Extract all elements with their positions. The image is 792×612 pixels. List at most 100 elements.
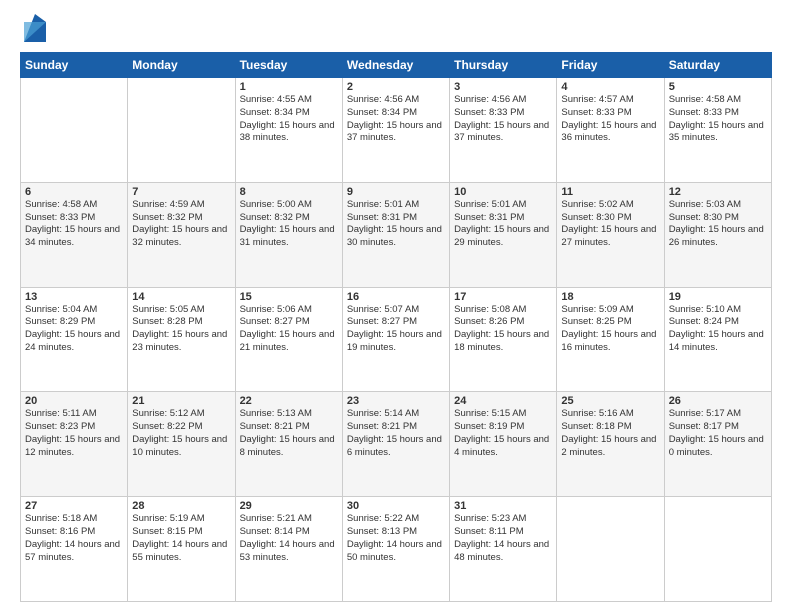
day-number: 27 [25, 500, 123, 512]
day-number: 26 [669, 395, 767, 407]
day-info: Sunrise: 5:03 AMSunset: 8:30 PMDaylight:… [669, 199, 767, 250]
day-info: Sunrise: 5:10 AMSunset: 8:24 PMDaylight:… [669, 304, 767, 355]
day-info: Sunrise: 5:22 AMSunset: 8:13 PMDaylight:… [347, 513, 445, 564]
calendar-cell [664, 497, 771, 602]
day-info: Sunrise: 5:01 AMSunset: 8:31 PMDaylight:… [454, 199, 552, 250]
weekday-header: Saturday [664, 53, 771, 78]
calendar-cell [21, 78, 128, 183]
day-number: 8 [240, 186, 338, 198]
day-info: Sunrise: 5:23 AMSunset: 8:11 PMDaylight:… [454, 513, 552, 564]
calendar-cell: 31Sunrise: 5:23 AMSunset: 8:11 PMDayligh… [450, 497, 557, 602]
weekday-header: Thursday [450, 53, 557, 78]
calendar-cell: 23Sunrise: 5:14 AMSunset: 8:21 PMDayligh… [342, 392, 449, 497]
calendar-cell: 25Sunrise: 5:16 AMSunset: 8:18 PMDayligh… [557, 392, 664, 497]
calendar-week-row: 20Sunrise: 5:11 AMSunset: 8:23 PMDayligh… [21, 392, 772, 497]
day-number: 6 [25, 186, 123, 198]
day-info: Sunrise: 5:02 AMSunset: 8:30 PMDaylight:… [561, 199, 659, 250]
day-info: Sunrise: 5:14 AMSunset: 8:21 PMDaylight:… [347, 408, 445, 459]
day-number: 9 [347, 186, 445, 198]
calendar-cell: 29Sunrise: 5:21 AMSunset: 8:14 PMDayligh… [235, 497, 342, 602]
calendar-cell [557, 497, 664, 602]
calendar-cell: 11Sunrise: 5:02 AMSunset: 8:30 PMDayligh… [557, 182, 664, 287]
calendar-cell: 16Sunrise: 5:07 AMSunset: 8:27 PMDayligh… [342, 287, 449, 392]
day-number: 13 [25, 291, 123, 303]
day-number: 28 [132, 500, 230, 512]
calendar-cell: 14Sunrise: 5:05 AMSunset: 8:28 PMDayligh… [128, 287, 235, 392]
day-info: Sunrise: 5:15 AMSunset: 8:19 PMDaylight:… [454, 408, 552, 459]
day-info: Sunrise: 5:09 AMSunset: 8:25 PMDaylight:… [561, 304, 659, 355]
day-number: 16 [347, 291, 445, 303]
weekday-header: Monday [128, 53, 235, 78]
calendar-cell: 13Sunrise: 5:04 AMSunset: 8:29 PMDayligh… [21, 287, 128, 392]
day-number: 2 [347, 81, 445, 93]
calendar-cell: 19Sunrise: 5:10 AMSunset: 8:24 PMDayligh… [664, 287, 771, 392]
calendar-cell: 2Sunrise: 4:56 AMSunset: 8:34 PMDaylight… [342, 78, 449, 183]
calendar-cell: 15Sunrise: 5:06 AMSunset: 8:27 PMDayligh… [235, 287, 342, 392]
day-info: Sunrise: 5:18 AMSunset: 8:16 PMDaylight:… [25, 513, 123, 564]
day-info: Sunrise: 5:00 AMSunset: 8:32 PMDaylight:… [240, 199, 338, 250]
calendar-cell: 8Sunrise: 5:00 AMSunset: 8:32 PMDaylight… [235, 182, 342, 287]
day-info: Sunrise: 5:13 AMSunset: 8:21 PMDaylight:… [240, 408, 338, 459]
calendar-cell: 17Sunrise: 5:08 AMSunset: 8:26 PMDayligh… [450, 287, 557, 392]
day-info: Sunrise: 4:56 AMSunset: 8:33 PMDaylight:… [454, 94, 552, 145]
day-number: 29 [240, 500, 338, 512]
day-info: Sunrise: 5:08 AMSunset: 8:26 PMDaylight:… [454, 304, 552, 355]
day-number: 23 [347, 395, 445, 407]
day-info: Sunrise: 5:12 AMSunset: 8:22 PMDaylight:… [132, 408, 230, 459]
day-info: Sunrise: 5:19 AMSunset: 8:15 PMDaylight:… [132, 513, 230, 564]
weekday-header-row: SundayMondayTuesdayWednesdayThursdayFrid… [21, 53, 772, 78]
logo-icon [24, 14, 46, 42]
calendar-cell: 20Sunrise: 5:11 AMSunset: 8:23 PMDayligh… [21, 392, 128, 497]
day-info: Sunrise: 4:55 AMSunset: 8:34 PMDaylight:… [240, 94, 338, 145]
day-number: 10 [454, 186, 552, 198]
day-info: Sunrise: 5:17 AMSunset: 8:17 PMDaylight:… [669, 408, 767, 459]
calendar-cell: 24Sunrise: 5:15 AMSunset: 8:19 PMDayligh… [450, 392, 557, 497]
header [20, 18, 772, 42]
day-info: Sunrise: 5:11 AMSunset: 8:23 PMDaylight:… [25, 408, 123, 459]
day-info: Sunrise: 5:16 AMSunset: 8:18 PMDaylight:… [561, 408, 659, 459]
day-number: 5 [669, 81, 767, 93]
day-number: 7 [132, 186, 230, 198]
day-number: 22 [240, 395, 338, 407]
day-number: 18 [561, 291, 659, 303]
day-info: Sunrise: 4:57 AMSunset: 8:33 PMDaylight:… [561, 94, 659, 145]
calendar-cell: 21Sunrise: 5:12 AMSunset: 8:22 PMDayligh… [128, 392, 235, 497]
day-number: 19 [669, 291, 767, 303]
calendar-cell: 4Sunrise: 4:57 AMSunset: 8:33 PMDaylight… [557, 78, 664, 183]
calendar-cell [128, 78, 235, 183]
calendar-week-row: 13Sunrise: 5:04 AMSunset: 8:29 PMDayligh… [21, 287, 772, 392]
logo [20, 18, 46, 42]
day-info: Sunrise: 5:05 AMSunset: 8:28 PMDaylight:… [132, 304, 230, 355]
calendar-cell: 9Sunrise: 5:01 AMSunset: 8:31 PMDaylight… [342, 182, 449, 287]
day-number: 30 [347, 500, 445, 512]
calendar-cell: 10Sunrise: 5:01 AMSunset: 8:31 PMDayligh… [450, 182, 557, 287]
calendar-cell: 30Sunrise: 5:22 AMSunset: 8:13 PMDayligh… [342, 497, 449, 602]
day-info: Sunrise: 5:04 AMSunset: 8:29 PMDaylight:… [25, 304, 123, 355]
calendar-week-row: 6Sunrise: 4:58 AMSunset: 8:33 PMDaylight… [21, 182, 772, 287]
weekday-header: Wednesday [342, 53, 449, 78]
calendar-cell: 7Sunrise: 4:59 AMSunset: 8:32 PMDaylight… [128, 182, 235, 287]
calendar-cell: 27Sunrise: 5:18 AMSunset: 8:16 PMDayligh… [21, 497, 128, 602]
day-info: Sunrise: 4:58 AMSunset: 8:33 PMDaylight:… [669, 94, 767, 145]
day-number: 20 [25, 395, 123, 407]
day-number: 4 [561, 81, 659, 93]
weekday-header: Tuesday [235, 53, 342, 78]
calendar-week-row: 1Sunrise: 4:55 AMSunset: 8:34 PMDaylight… [21, 78, 772, 183]
day-number: 24 [454, 395, 552, 407]
day-info: Sunrise: 4:58 AMSunset: 8:33 PMDaylight:… [25, 199, 123, 250]
calendar-table: SundayMondayTuesdayWednesdayThursdayFrid… [20, 52, 772, 602]
day-info: Sunrise: 5:21 AMSunset: 8:14 PMDaylight:… [240, 513, 338, 564]
day-info: Sunrise: 5:01 AMSunset: 8:31 PMDaylight:… [347, 199, 445, 250]
calendar-cell: 6Sunrise: 4:58 AMSunset: 8:33 PMDaylight… [21, 182, 128, 287]
calendar-cell: 3Sunrise: 4:56 AMSunset: 8:33 PMDaylight… [450, 78, 557, 183]
day-number: 25 [561, 395, 659, 407]
day-number: 21 [132, 395, 230, 407]
weekday-header: Friday [557, 53, 664, 78]
day-info: Sunrise: 4:59 AMSunset: 8:32 PMDaylight:… [132, 199, 230, 250]
day-number: 31 [454, 500, 552, 512]
calendar-body: 1Sunrise: 4:55 AMSunset: 8:34 PMDaylight… [21, 78, 772, 602]
calendar-cell: 12Sunrise: 5:03 AMSunset: 8:30 PMDayligh… [664, 182, 771, 287]
day-info: Sunrise: 4:56 AMSunset: 8:34 PMDaylight:… [347, 94, 445, 145]
calendar-cell: 1Sunrise: 4:55 AMSunset: 8:34 PMDaylight… [235, 78, 342, 183]
calendar-cell: 26Sunrise: 5:17 AMSunset: 8:17 PMDayligh… [664, 392, 771, 497]
